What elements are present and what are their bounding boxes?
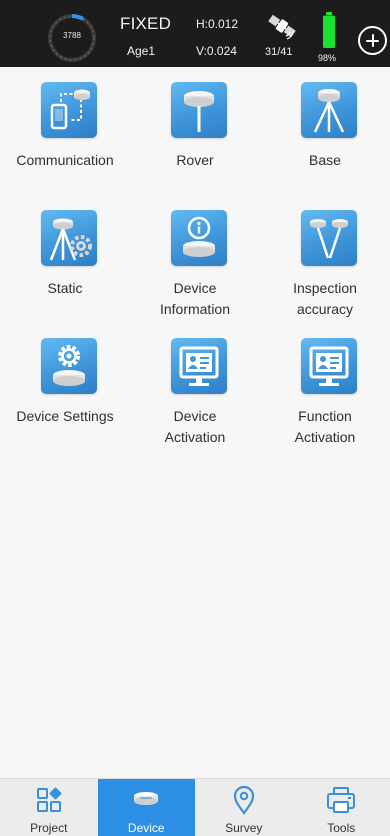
menu-item-communication[interactable]: Communication <box>0 67 130 195</box>
status-bar: 3788 FIXED Age1 H:0.012 V:0.024 31/41 98… <box>0 0 390 67</box>
function-activation-icon <box>301 338 357 394</box>
menu-label: Inspection accuracy <box>293 280 357 317</box>
menu-item-static[interactable]: Static <box>0 195 130 323</box>
tab-label: Tools <box>327 821 356 835</box>
menu-item-device-information[interactable]: Device Information <box>130 195 260 323</box>
menu-item-device-activation[interactable]: Device Activation <box>130 323 260 451</box>
tab-label: Device <box>127 821 165 835</box>
menu-label: Base <box>309 152 341 168</box>
menu-item-rover[interactable]: Rover <box>130 67 260 195</box>
survey-icon <box>233 785 254 815</box>
fix-status: FIXED <box>120 14 172 33</box>
menu-label: Rover <box>176 152 214 168</box>
rover-icon <box>171 82 227 138</box>
satellite-ring-label: 3788 <box>63 31 81 40</box>
menu-item-device-settings[interactable]: Device Settings <box>0 323 130 451</box>
tab-label: Survey <box>225 821 263 835</box>
base-icon <box>301 82 357 138</box>
device-activation-icon <box>171 338 227 394</box>
menu-item-inspection-accuracy[interactable]: Inspection accuracy <box>260 195 390 323</box>
menu-label: Communication <box>16 152 114 168</box>
tab-label: Project <box>30 821 68 835</box>
menu-label: Device Activation <box>164 408 226 445</box>
battery-percent: 98% <box>318 53 337 63</box>
tab-tools[interactable]: Tools <box>293 779 390 836</box>
menu-item-base[interactable]: Base <box>260 67 390 195</box>
tab-device[interactable]: Device <box>97 779 195 836</box>
device-icon <box>134 792 159 805</box>
horizontal-precision: H:0.012 <box>196 17 239 31</box>
menu-label: Device Information <box>159 280 231 317</box>
communication-icon <box>41 82 97 138</box>
add-button[interactable] <box>358 26 387 55</box>
inspection-accuracy-icon <box>301 210 357 266</box>
battery-icon <box>323 12 335 48</box>
vertical-precision: V:0.024 <box>196 44 237 58</box>
device-information-icon <box>171 210 227 266</box>
tab-project[interactable]: Project <box>0 779 98 836</box>
menu-label: Function Activation <box>294 408 356 445</box>
device-menu-grid: Communication Rover Base Static Device I… <box>0 67 390 451</box>
static-icon <box>41 210 97 266</box>
device-settings-icon <box>41 338 97 394</box>
menu-label: Device Settings <box>16 408 114 424</box>
project-icon <box>36 787 62 812</box>
satellite-icon[interactable] <box>265 11 299 41</box>
satellite-count: 31/41 <box>265 46 293 58</box>
age-label: Age1 <box>127 44 156 58</box>
menu-label: Static <box>47 280 83 296</box>
menu-item-function-activation[interactable]: Function Activation <box>260 323 390 451</box>
tab-survey[interactable]: Survey <box>195 779 293 836</box>
bottom-navigation: Project Device Survey Tools <box>0 778 390 836</box>
tools-icon <box>327 787 356 813</box>
